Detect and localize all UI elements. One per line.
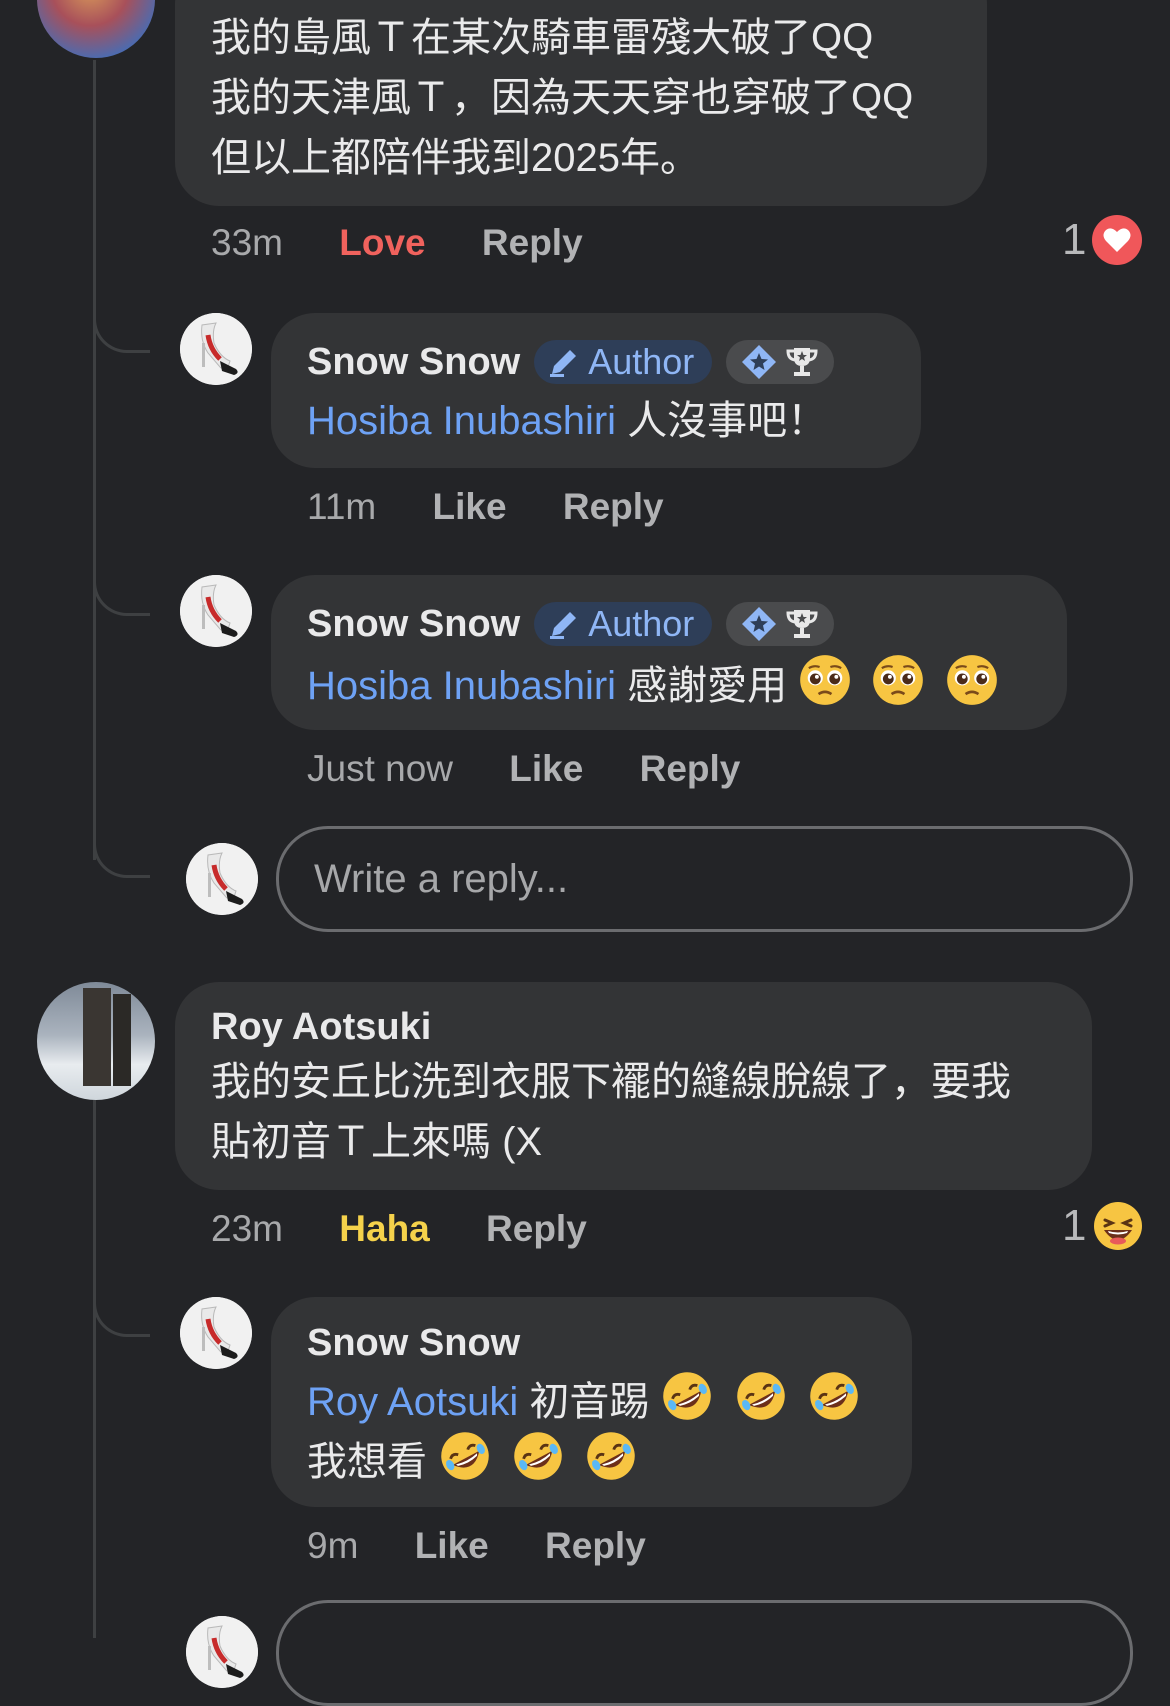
- pencil-icon: [550, 612, 577, 639]
- author-name[interactable]: Snow Snow: [307, 341, 520, 384]
- heart-icon: [1092, 215, 1143, 265]
- reply-meta: 9m Like Reply: [307, 1525, 646, 1567]
- pleading-face-icon: [871, 653, 925, 707]
- star-badge-icon: [742, 607, 777, 641]
- comment-meta: 33m Love Reply: [211, 222, 583, 264]
- timestamp: Just now: [307, 748, 454, 789]
- thread-connector: [93, 270, 150, 353]
- reaction-summary[interactable]: 1: [1062, 215, 1143, 265]
- avatar[interactable]: [37, 0, 155, 58]
- like-button[interactable]: Like: [433, 486, 507, 527]
- pleading-face-icon: [945, 653, 999, 707]
- thread-connector: [93, 800, 150, 878]
- timestamp: 23m: [211, 1208, 283, 1249]
- mention-link[interactable]: Hosiba Inubashiri: [307, 664, 616, 708]
- comment-text-line: 我的天津風Ｔ，因為天天穿也穿破了QQ: [211, 76, 914, 120]
- reply-input[interactable]: [276, 1600, 1133, 1706]
- avatar[interactable]: [180, 1297, 252, 1369]
- badge-group[interactable]: [726, 602, 835, 646]
- rolling-laughing-face-icon: [438, 1429, 492, 1483]
- author-badge-label: Author: [588, 341, 695, 382]
- like-button[interactable]: Like: [415, 1525, 489, 1566]
- comment-text-line: 我的島風Ｔ在某次騎車雷殘大破了QQ: [211, 16, 874, 60]
- reply-text: Hosiba Inubashiri 人沒事吧！: [307, 391, 827, 451]
- reply-button[interactable]: Reply: [563, 486, 664, 527]
- reply-message: 我想看: [307, 1440, 427, 1484]
- author-name[interactable]: Snow Snow: [307, 603, 520, 646]
- reply-meta: 11m Like Reply: [307, 486, 664, 528]
- reply-message: 初音踢: [529, 1380, 650, 1424]
- badge-group[interactable]: [726, 340, 835, 384]
- mention-link[interactable]: Roy Aotsuki: [307, 1380, 518, 1424]
- reply-button[interactable]: Reply: [482, 222, 583, 263]
- mention-link[interactable]: Hosiba Inubashiri: [307, 399, 616, 443]
- timestamp: 11m: [307, 486, 377, 527]
- reply-button[interactable]: Reply: [545, 1525, 646, 1566]
- thread-line: [93, 1334, 96, 1638]
- avatar[interactable]: [180, 575, 252, 647]
- love-reaction-button[interactable]: Love: [339, 222, 425, 263]
- avatar[interactable]: [180, 313, 252, 385]
- author-name[interactable]: Roy Aotsuki: [211, 1006, 431, 1049]
- reaction-count: 1: [1062, 215, 1087, 264]
- rolling-laughing-face-icon: [734, 1369, 788, 1423]
- reply-header: Snow Snow Author: [307, 602, 835, 646]
- reply-text: Hosiba Inubashiri 感謝愛用: [307, 653, 999, 716]
- trophy-icon: [786, 610, 818, 638]
- thread-connector: [93, 1260, 150, 1337]
- reply-input-placeholder: Write a reply...: [314, 857, 569, 901]
- pencil-icon: [550, 350, 577, 377]
- author-badge[interactable]: Author: [534, 340, 713, 384]
- comment-text-line: 但以上都陪伴我到2025年。: [211, 136, 700, 180]
- like-button[interactable]: Like: [509, 748, 583, 789]
- reply-message: 感謝愛用: [627, 664, 788, 708]
- trophy-icon: [786, 348, 818, 376]
- reply-text-line2: 我想看: [307, 1429, 638, 1492]
- reply-button[interactable]: Reply: [486, 1208, 587, 1249]
- sign-post: [83, 988, 111, 1086]
- thread-connector: [93, 530, 150, 616]
- avatar[interactable]: [37, 982, 155, 1100]
- reply-text: Roy Aotsuki 初音踢: [307, 1369, 861, 1432]
- reaction-count: 1: [1062, 1201, 1087, 1250]
- pleading-face-icon: [798, 653, 852, 707]
- comment-text-line: 貼初音Ｔ上來嗎 (X: [211, 1120, 543, 1164]
- thread-line: [93, 60, 96, 860]
- avatar: [186, 1616, 258, 1688]
- timestamp: 9m: [307, 1525, 359, 1566]
- rolling-laughing-face-icon: [660, 1369, 714, 1423]
- author-badge[interactable]: Author: [534, 602, 713, 646]
- star-badge-icon: [742, 345, 777, 379]
- rolling-laughing-face-icon: [511, 1429, 565, 1483]
- laughing-face-icon: [1094, 1202, 1143, 1250]
- comment-text-line: 我的安丘比洗到衣服下襬的縫線脫線了，要我: [211, 1060, 1011, 1104]
- author-name[interactable]: Snow Snow: [307, 1322, 520, 1365]
- rolling-laughing-face-icon: [584, 1429, 638, 1483]
- comment-meta: 23m Haha Reply: [211, 1208, 587, 1250]
- reaction-summary[interactable]: 1: [1062, 1200, 1144, 1252]
- reply-header: Snow Snow Author: [307, 340, 835, 384]
- author-badge-label: Author: [588, 603, 695, 644]
- haha-reaction-button[interactable]: Haha: [339, 1208, 429, 1249]
- reply-input[interactable]: Write a reply...: [276, 826, 1133, 932]
- rolling-laughing-face-icon: [807, 1369, 861, 1423]
- timestamp: 33m: [211, 222, 283, 263]
- reply-message: 人沒事吧！: [627, 399, 828, 443]
- current-user-avatar: [186, 843, 258, 915]
- reply-button[interactable]: Reply: [640, 748, 741, 789]
- reply-meta: Just now Like Reply: [307, 748, 740, 790]
- sign-post: [113, 994, 131, 1086]
